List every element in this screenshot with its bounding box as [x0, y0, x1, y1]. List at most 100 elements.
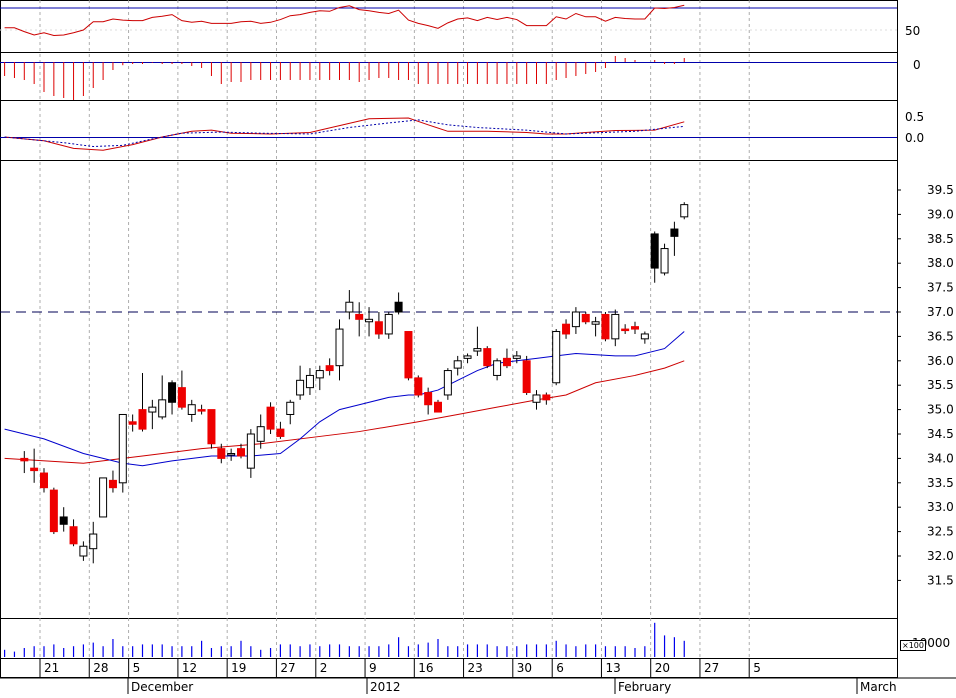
- candle-body: [493, 360, 502, 376]
- candle-body: [296, 379, 305, 396]
- price-tick-label: 37.5: [927, 281, 954, 295]
- stock-chart: 50 0 0.5 0.0 39.5 39.0 38.5 38.0 37.5 37.0 36.5 36.…: [0, 0, 956, 694]
- candle-body: [473, 348, 482, 352]
- candle-body: [148, 406, 157, 413]
- price-tick-label: 32.0: [927, 549, 954, 563]
- candle-body: [69, 526, 78, 545]
- price-tick-label: 37.0: [927, 305, 954, 319]
- candle-body: [502, 357, 511, 367]
- candle-body: [581, 313, 590, 323]
- price-tick-label: 34.0: [927, 451, 954, 465]
- candle-body: [404, 331, 413, 379]
- price-tick-label: 39.0: [927, 207, 954, 221]
- month-label: 2012: [370, 680, 401, 694]
- candle-body: [680, 204, 689, 218]
- candle-body: [562, 323, 571, 335]
- day-label: 23: [468, 661, 483, 675]
- candle-body: [384, 313, 393, 335]
- candle-body: [325, 365, 334, 372]
- day-label: 13: [605, 661, 620, 675]
- month-label: February: [618, 680, 671, 694]
- candle-body: [611, 313, 620, 340]
- price-tick-label: 31.5: [927, 573, 954, 587]
- candle-body: [621, 328, 630, 332]
- candle-body: [266, 406, 275, 430]
- candle-body: [394, 301, 403, 313]
- candle-body: [286, 401, 295, 415]
- candle-body: [168, 382, 177, 403]
- candle-body: [89, 533, 98, 550]
- candle-body: [434, 401, 442, 413]
- candle-body: [571, 311, 580, 328]
- candle-body: [542, 394, 551, 401]
- candle-body: [453, 360, 462, 369]
- month-label: December: [131, 680, 193, 694]
- candle-body: [40, 472, 48, 489]
- month-label: March: [860, 680, 897, 694]
- price-tick-label: 35.5: [927, 378, 954, 392]
- price-tick-label: 33.0: [927, 500, 954, 514]
- candle-body: [99, 477, 108, 518]
- day-label: 9: [369, 661, 377, 675]
- price-tick-label: 36.5: [927, 329, 954, 343]
- day-label: 5: [753, 661, 761, 675]
- price-tick-label: 38.5: [927, 232, 954, 246]
- candle-body: [237, 448, 245, 457]
- chart-canvas: 50 0 0.5 0.0 39.5 39.0 38.5 38.0 37.5 37.0 36.5 36.…: [0, 0, 956, 694]
- candle-body: [532, 394, 541, 403]
- candle-body: [177, 387, 186, 408]
- candle-body: [59, 516, 68, 525]
- candle-body: [20, 457, 29, 462]
- candle-body: [424, 392, 433, 406]
- candle-body: [355, 313, 364, 320]
- rsi-line: [4, 4, 685, 37]
- candle-body: [256, 426, 265, 442]
- candle-body: [49, 489, 58, 533]
- candle-body: [128, 421, 137, 425]
- day-label: 6: [556, 661, 564, 675]
- candle-body: [365, 318, 374, 323]
- candle-body: [670, 228, 679, 237]
- volume-multiplier-tag: ×100: [900, 640, 926, 651]
- price-tick-label: 34.5: [927, 427, 954, 441]
- candle-body: [30, 467, 39, 472]
- candle-body: [660, 248, 669, 274]
- day-label: 2: [320, 661, 328, 675]
- price-tick-label: 36.0: [927, 354, 954, 368]
- price-tick-label: 38.0: [927, 256, 954, 270]
- candle-body: [158, 399, 167, 418]
- macd-tick-label: 0.0: [905, 131, 924, 145]
- candle-body: [522, 360, 531, 394]
- candle-body: [463, 355, 472, 359]
- candle-body: [227, 453, 236, 456]
- day-label: 20: [655, 661, 670, 675]
- candle-body: [512, 355, 521, 359]
- macd-tick-label: 0.5: [905, 110, 924, 124]
- moving-average-long: [4, 360, 685, 464]
- candle-body: [650, 233, 659, 269]
- price-tick-label: 33.5: [927, 476, 954, 490]
- day-label: 30: [517, 661, 532, 675]
- candle-body: [483, 348, 492, 367]
- candle-body: [207, 409, 216, 445]
- day-label: 21: [44, 661, 59, 675]
- candle-body: [601, 313, 610, 340]
- candle-body: [374, 321, 383, 335]
- candle-body: [108, 479, 117, 489]
- candle-body: [443, 370, 452, 396]
- candle-body: [631, 326, 639, 330]
- day-label: 27: [704, 661, 719, 675]
- candle-body: [197, 409, 206, 412]
- rsi-tick-label: 50: [905, 24, 920, 38]
- plot-frame: [0, 0, 898, 678]
- day-label: 16: [418, 661, 433, 675]
- candle-body: [640, 333, 649, 340]
- day-label: 19: [231, 661, 246, 675]
- candle-body: [591, 321, 600, 325]
- price-tick-label: 32.5: [927, 525, 954, 539]
- macd-line: [4, 117, 685, 151]
- candle-body: [79, 545, 88, 557]
- day-label: 12: [182, 661, 197, 675]
- price-tick-label: 35.0: [927, 403, 954, 417]
- candle-body: [552, 331, 561, 384]
